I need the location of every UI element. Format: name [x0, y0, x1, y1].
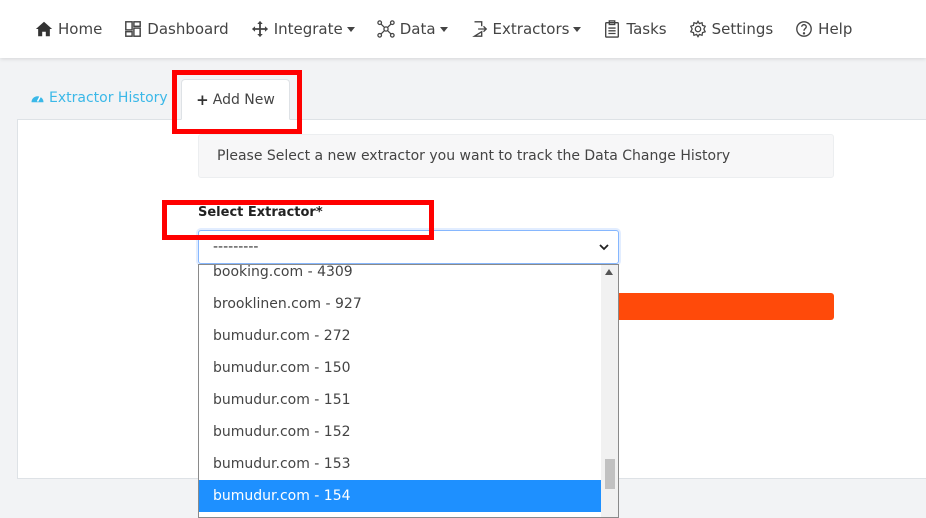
dropdown-scrollbar[interactable] — [601, 265, 618, 517]
nav-extractors[interactable]: Extractors — [470, 20, 582, 38]
dashboard-icon — [124, 20, 142, 38]
nav-home[interactable]: Home — [35, 20, 102, 38]
option-item[interactable]: bumudur.com - 152 — [199, 416, 602, 448]
submit-button[interactable] — [618, 293, 834, 320]
nav-dashboard[interactable]: Dashboard — [124, 20, 229, 38]
caret-down-icon — [346, 26, 355, 32]
option-item[interactable]: bumudur.com - 150 — [199, 352, 602, 384]
nav-label: Settings — [711, 20, 774, 38]
option-item[interactable]: bumudur.com - 153 — [199, 448, 602, 480]
nav-tasks[interactable]: Tasks — [603, 20, 667, 38]
select-value: --------- — [213, 239, 259, 255]
dashboard-gauge-icon — [30, 91, 45, 106]
home-icon — [35, 20, 53, 38]
nav-integrate[interactable]: Integrate — [251, 20, 355, 38]
tab-extractor-history[interactable]: Extractor History — [30, 90, 168, 106]
caret-down-icon — [439, 26, 448, 32]
sign-in-icon — [470, 20, 488, 38]
top-navbar: Home Dashboard Integrate Data Extractors… — [0, 0, 926, 58]
info-alert: Please Select a new extractor you want t… — [198, 134, 834, 178]
nav-label: Home — [58, 20, 103, 38]
highlight-box-select-label — [162, 200, 434, 240]
nav-label: Tasks — [626, 20, 667, 38]
extractor-options-list[interactable]: booking.com - 4309 brooklinen.com - 927 … — [198, 264, 619, 518]
option-item-selected[interactable]: bumudur.com - 154 — [199, 480, 602, 512]
highlight-box-add-new — [172, 70, 302, 134]
option-item[interactable]: bumudur.com - 272 — [199, 320, 602, 352]
option-item[interactable]: brooklinen.com - 927 — [199, 288, 602, 320]
nav-label: Help — [818, 20, 853, 38]
option-item[interactable]: bumudur.com - 151 — [199, 384, 602, 416]
move-icon — [251, 20, 269, 38]
caret-down-icon — [573, 26, 582, 32]
nav-label: Extractors — [492, 20, 570, 38]
data-nodes-icon — [376, 20, 395, 38]
chevron-down-icon — [598, 241, 610, 253]
nav-label: Dashboard — [147, 20, 229, 38]
gear-icon — [689, 20, 707, 38]
scrollbar-thumb[interactable] — [605, 459, 615, 489]
nav-label: Data — [399, 20, 436, 38]
question-circle-icon — [795, 20, 813, 38]
info-text: Please Select a new extractor you want t… — [217, 148, 731, 164]
nav-label: Integrate — [273, 20, 343, 38]
option-item[interactable]: booking.com - 4309 — [199, 265, 602, 288]
nav-settings[interactable]: Settings — [689, 20, 774, 38]
nav-data[interactable]: Data — [376, 20, 448, 38]
nav-help[interactable]: Help — [795, 20, 852, 38]
tab-label: Extractor History — [49, 90, 168, 106]
clipboard-icon — [603, 20, 621, 38]
scroll-up-arrow-icon[interactable] — [605, 269, 613, 275]
